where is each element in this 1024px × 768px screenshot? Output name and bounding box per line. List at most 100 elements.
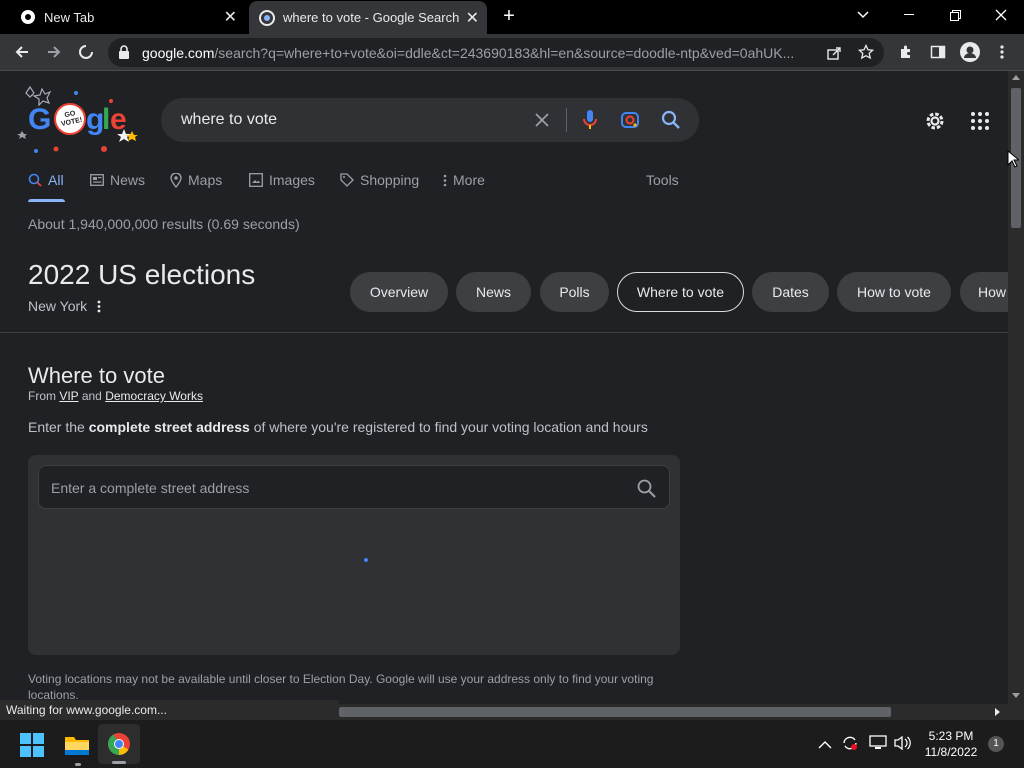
- svg-text:G: G: [28, 103, 51, 136]
- scroll-up-arrow-icon[interactable]: [1012, 75, 1020, 80]
- close-tab-icon[interactable]: ✕: [224, 7, 237, 27]
- tag-icon: [340, 173, 354, 187]
- clock-date: 11/8/2022: [924, 745, 978, 759]
- windows-start-icon[interactable]: [20, 733, 44, 762]
- address-search-icon[interactable]: [637, 479, 656, 498]
- network-icon[interactable]: [869, 735, 887, 756]
- active-tab-indicator: [28, 199, 65, 202]
- tab-images[interactable]: Images: [249, 172, 315, 188]
- status-bar: Waiting for www.google.com...: [0, 700, 339, 720]
- file-explorer-icon[interactable]: [64, 733, 90, 762]
- settings-gear-icon[interactable]: [923, 109, 947, 138]
- tab-label: All: [48, 172, 64, 188]
- location-selector[interactable]: New York: [28, 298, 101, 314]
- windows-taskbar: 5:23 PM 11/8/2022 1: [0, 720, 1024, 768]
- extensions-icon[interactable]: [894, 40, 918, 64]
- tab-title: New Tab: [44, 9, 95, 25]
- chrome-menu-icon[interactable]: [990, 40, 1014, 64]
- browser-toolbar: google.com/search?q=where+to+vote&oi=ddl…: [0, 34, 1024, 71]
- share-icon[interactable]: [826, 45, 842, 66]
- scroll-right-arrow-icon[interactable]: [995, 708, 1000, 716]
- more-options-icon[interactable]: [97, 300, 101, 313]
- tab-search[interactable]: where to vote - Google Search ✕: [249, 1, 487, 34]
- clock[interactable]: 5:23 PM 11/8/2022: [918, 728, 984, 760]
- chip-how[interactable]: How: [960, 272, 1008, 312]
- notification-badge[interactable]: 1: [988, 736, 1004, 752]
- tab-more[interactable]: More: [443, 172, 485, 188]
- tab-label: Maps: [188, 172, 223, 188]
- from-label: From: [28, 389, 56, 403]
- google-apps-grid-icon[interactable]: [971, 112, 989, 135]
- chrome-taskbar-button[interactable]: [98, 724, 140, 764]
- search-icon[interactable]: [661, 110, 681, 135]
- street-address-input[interactable]: Enter a complete street address: [38, 465, 670, 509]
- chip-polls[interactable]: Polls: [540, 272, 609, 312]
- address-placeholder: Enter a complete street address: [51, 480, 250, 496]
- restore-button[interactable]: [932, 0, 978, 30]
- image-icon: [249, 173, 263, 187]
- google-doodle-logo[interactable]: G g l e GO VOTE!: [16, 79, 144, 155]
- chip-how-to-vote[interactable]: How to vote: [837, 272, 951, 312]
- divider: [566, 108, 567, 132]
- search-box[interactable]: where to vote: [161, 98, 699, 142]
- forward-button[interactable]: [42, 40, 66, 64]
- profile-avatar-icon[interactable]: [958, 40, 982, 64]
- more-vert-icon: [443, 174, 447, 186]
- search-icon: [28, 173, 42, 187]
- minimize-button[interactable]: [886, 0, 932, 30]
- side-panel-icon[interactable]: [926, 40, 950, 64]
- footnote-text: Voting locations may not be available un…: [28, 672, 654, 702]
- sync-icon[interactable]: [841, 734, 859, 757]
- loading-spinner: [364, 558, 368, 562]
- divider: [0, 332, 1008, 333]
- chip-where-to-vote[interactable]: Where to vote: [617, 272, 744, 312]
- lens-search-icon[interactable]: [620, 110, 640, 135]
- back-button[interactable]: [10, 40, 34, 64]
- tab-news[interactable]: News: [90, 172, 145, 188]
- url-text: google.com/search?q=where+to+vote&oi=ddl…: [142, 44, 795, 61]
- results-count: About 1,940,000,000 results (0.69 second…: [28, 216, 300, 232]
- tab-search-dropdown-icon[interactable]: [840, 0, 886, 30]
- address-bar[interactable]: google.com/search?q=where+to+vote&oi=ddl…: [108, 38, 884, 67]
- tab-new-tab[interactable]: New Tab ✕: [0, 0, 245, 34]
- horizontal-scroll-thumb[interactable]: [339, 707, 891, 717]
- lock-icon[interactable]: [118, 45, 130, 64]
- volume-icon[interactable]: [893, 735, 911, 756]
- mouse-cursor-icon: [1007, 150, 1019, 168]
- scroll-down-arrow-icon[interactable]: [1012, 693, 1020, 698]
- tab-maps[interactable]: Maps: [170, 172, 222, 188]
- tab-shopping[interactable]: Shopping: [340, 172, 419, 188]
- tools-button[interactable]: Tools: [646, 172, 679, 188]
- active-indicator: [112, 761, 126, 764]
- democracy-works-link[interactable]: Democracy Works: [105, 389, 203, 403]
- close-tab-icon[interactable]: ✕: [466, 8, 479, 28]
- close-window-button[interactable]: [978, 0, 1024, 30]
- svg-text:e: e: [110, 103, 127, 136]
- chip-overview[interactable]: Overview: [350, 272, 448, 312]
- scrollbar-corner: [1008, 704, 1024, 720]
- search-query[interactable]: where to vote: [181, 111, 277, 129]
- source-attribution: From VIP and Democracy Works: [28, 389, 203, 403]
- show-hidden-icons-icon[interactable]: [818, 737, 832, 755]
- google-favicon-icon: [259, 9, 275, 26]
- vip-link[interactable]: VIP: [59, 389, 78, 403]
- intro-text: Enter the complete street address of whe…: [28, 419, 648, 435]
- new-tab-button[interactable]: +: [498, 5, 520, 27]
- chrome-icon: [20, 9, 36, 25]
- election-title: 2022 US elections: [28, 259, 256, 290]
- bookmark-star-icon[interactable]: [857, 43, 875, 65]
- chip-dates[interactable]: Dates: [752, 272, 829, 312]
- chrome-icon: [108, 733, 130, 755]
- chip-news[interactable]: News: [456, 272, 531, 312]
- horizontal-scrollbar[interactable]: [339, 704, 1008, 720]
- clear-search-icon[interactable]: [534, 112, 550, 133]
- map-pin-icon: [170, 172, 182, 188]
- tab-all[interactable]: All: [28, 172, 64, 188]
- tab-strip: New Tab ✕ where to vote - Google Search …: [0, 0, 1024, 34]
- where-to-vote-heading: Where to vote: [28, 363, 165, 388]
- news-icon: [90, 174, 104, 186]
- and-label: and: [81, 389, 102, 403]
- running-indicator: [75, 763, 81, 766]
- stop-loading-button[interactable]: [74, 40, 98, 64]
- voice-search-icon[interactable]: [582, 109, 598, 136]
